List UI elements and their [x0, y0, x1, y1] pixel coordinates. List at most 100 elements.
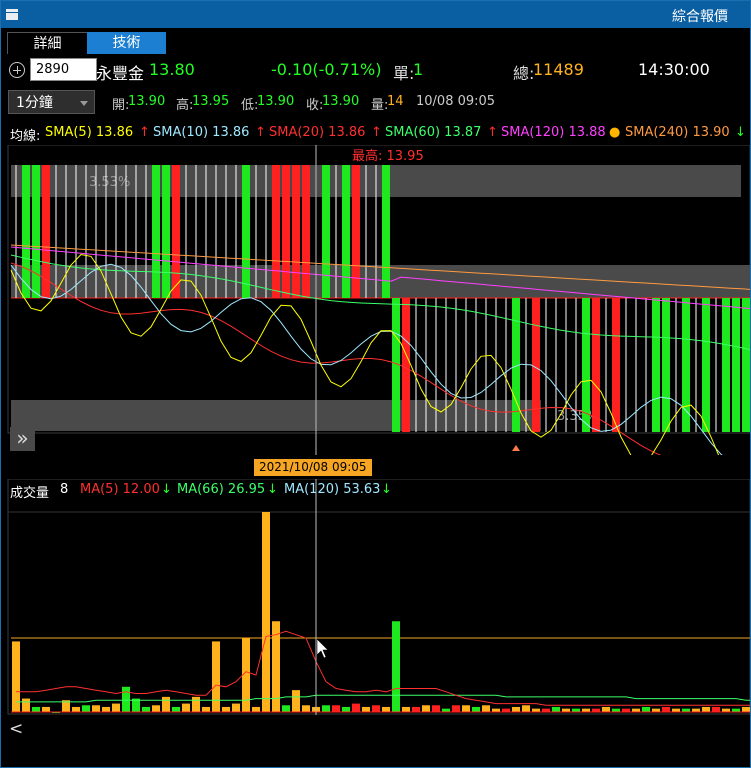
window-title: 綜合報價 — [672, 9, 728, 25]
single-volume-value: 1 — [413, 60, 424, 79]
mid-band — [11, 265, 750, 298]
volume-bar — [432, 705, 440, 712]
candle — [162, 165, 170, 298]
bar-info-row: 1分鐘 開: 13.90 高: 13.95 低: 13.90 收: 13.90 … — [1, 89, 750, 115]
candle — [32, 165, 40, 298]
volume-bar — [712, 706, 720, 712]
volume-bar — [462, 705, 470, 712]
bottom-bar — [1, 743, 750, 767]
volume-bar — [112, 703, 120, 712]
volume-bar — [32, 706, 40, 712]
volume-bar — [182, 703, 190, 712]
volume-bar — [592, 708, 600, 712]
volume-bar — [602, 706, 610, 712]
quote-window: 綜合報價 詳細 技術 永豐金 13.80 -0.10(-0.71%) 單: 1 … — [0, 0, 751, 768]
candle — [302, 165, 310, 298]
volume-chart[interactable] — [1, 479, 750, 715]
candle — [292, 165, 300, 298]
low-label: 低: — [241, 98, 259, 113]
tab-detail[interactable]: 詳細 — [7, 32, 88, 54]
expand-panel-button[interactable]: » — [10, 427, 35, 451]
volume-bar — [662, 706, 670, 712]
close-value: 13.90 — [322, 94, 360, 109]
volume-bar — [742, 706, 750, 712]
volume-bar — [92, 705, 100, 712]
volume-bar — [472, 706, 480, 712]
volume-bar — [612, 708, 620, 712]
volume-bar — [142, 706, 150, 712]
interval-select[interactable]: 1分鐘 — [8, 90, 95, 114]
volume-bar — [722, 708, 730, 712]
volume-bar — [102, 706, 110, 712]
volume-bar — [522, 705, 530, 712]
tab-technical[interactable]: 技術 — [87, 32, 166, 54]
volume-bar — [632, 708, 640, 712]
candle — [532, 298, 540, 432]
stock-name: 永豐金 — [96, 64, 145, 83]
volume-bar — [162, 696, 170, 712]
volume-bar — [402, 706, 410, 712]
volume-bar — [502, 708, 510, 712]
volume-bar — [582, 708, 590, 712]
mouse-cursor-icon — [316, 638, 329, 659]
chevron-left-icon[interactable]: < — [9, 719, 23, 739]
sma-60-arrow-icon: ↑ — [487, 125, 498, 140]
candle — [402, 298, 410, 432]
volume-bar — [362, 706, 370, 712]
high-value: 13.95 — [192, 94, 230, 109]
candle — [732, 298, 740, 432]
price-change: -0.10(-0.71%) — [271, 60, 382, 79]
volume-bar — [622, 708, 630, 712]
volume-bar — [72, 706, 80, 712]
volume-bar — [222, 706, 230, 712]
sma-120-dot-icon: ● — [609, 125, 621, 140]
add-icon[interactable] — [9, 62, 25, 78]
volume-bar — [252, 706, 260, 712]
candle — [382, 165, 390, 298]
volume-bar — [262, 512, 270, 712]
candle — [742, 298, 750, 432]
candle — [662, 298, 670, 432]
bar-volume-label: 量: — [371, 98, 389, 113]
volume-bar — [372, 705, 380, 712]
single-volume-label: 單: — [393, 64, 415, 83]
volume-bar — [732, 708, 740, 712]
sma-240-arrow-icon: ↓ — [735, 125, 746, 140]
volume-bar — [682, 708, 690, 712]
volume-bar — [672, 708, 680, 712]
candle — [612, 298, 620, 432]
candle — [592, 298, 600, 432]
candle — [152, 165, 160, 298]
volume-frame — [7, 479, 750, 715]
sma-5-arrow-icon: ↑ — [139, 125, 150, 140]
volume-bar — [492, 708, 500, 712]
high-price-label: 最高: 13.95 — [352, 148, 424, 164]
volume-bar — [172, 706, 180, 712]
volume-bar — [202, 706, 210, 712]
candle — [702, 298, 710, 432]
volume-bar — [392, 621, 400, 712]
volume-bar — [42, 706, 50, 712]
volume-bar — [382, 706, 390, 712]
close-label: 收: — [306, 98, 324, 113]
volume-bar — [212, 641, 220, 712]
sma-20-arrow-icon: ↑ — [371, 125, 382, 140]
open-label: 開: — [112, 98, 130, 113]
sma-legend: 均線: SMA(5) 13.86 ↑ SMA(10) 13.86 ↑ SMA(2… — [1, 125, 750, 144]
total-volume-value: 11489 — [533, 60, 584, 79]
high-label: 高: — [176, 98, 194, 113]
interval-value: 1分鐘 — [16, 95, 53, 111]
low-value: 13.90 — [257, 94, 295, 109]
candle — [322, 165, 330, 298]
volume-bar — [352, 703, 360, 712]
stock-code-input[interactable] — [30, 58, 97, 81]
volume-bar — [452, 705, 460, 712]
upper-percent-label: 3.53% — [89, 175, 130, 190]
candle — [242, 165, 250, 298]
sma-240-value: SMA(240) 13.90 — [625, 125, 730, 140]
marker-triangle-icon — [512, 445, 520, 451]
bar-volume-value: 14 — [387, 94, 404, 109]
price-chart[interactable]: 3.53%3.35%最高: 13.95 — [1, 145, 750, 455]
bar-datetime: 10/08 09:05 — [416, 94, 496, 109]
volume-bar — [572, 708, 580, 712]
